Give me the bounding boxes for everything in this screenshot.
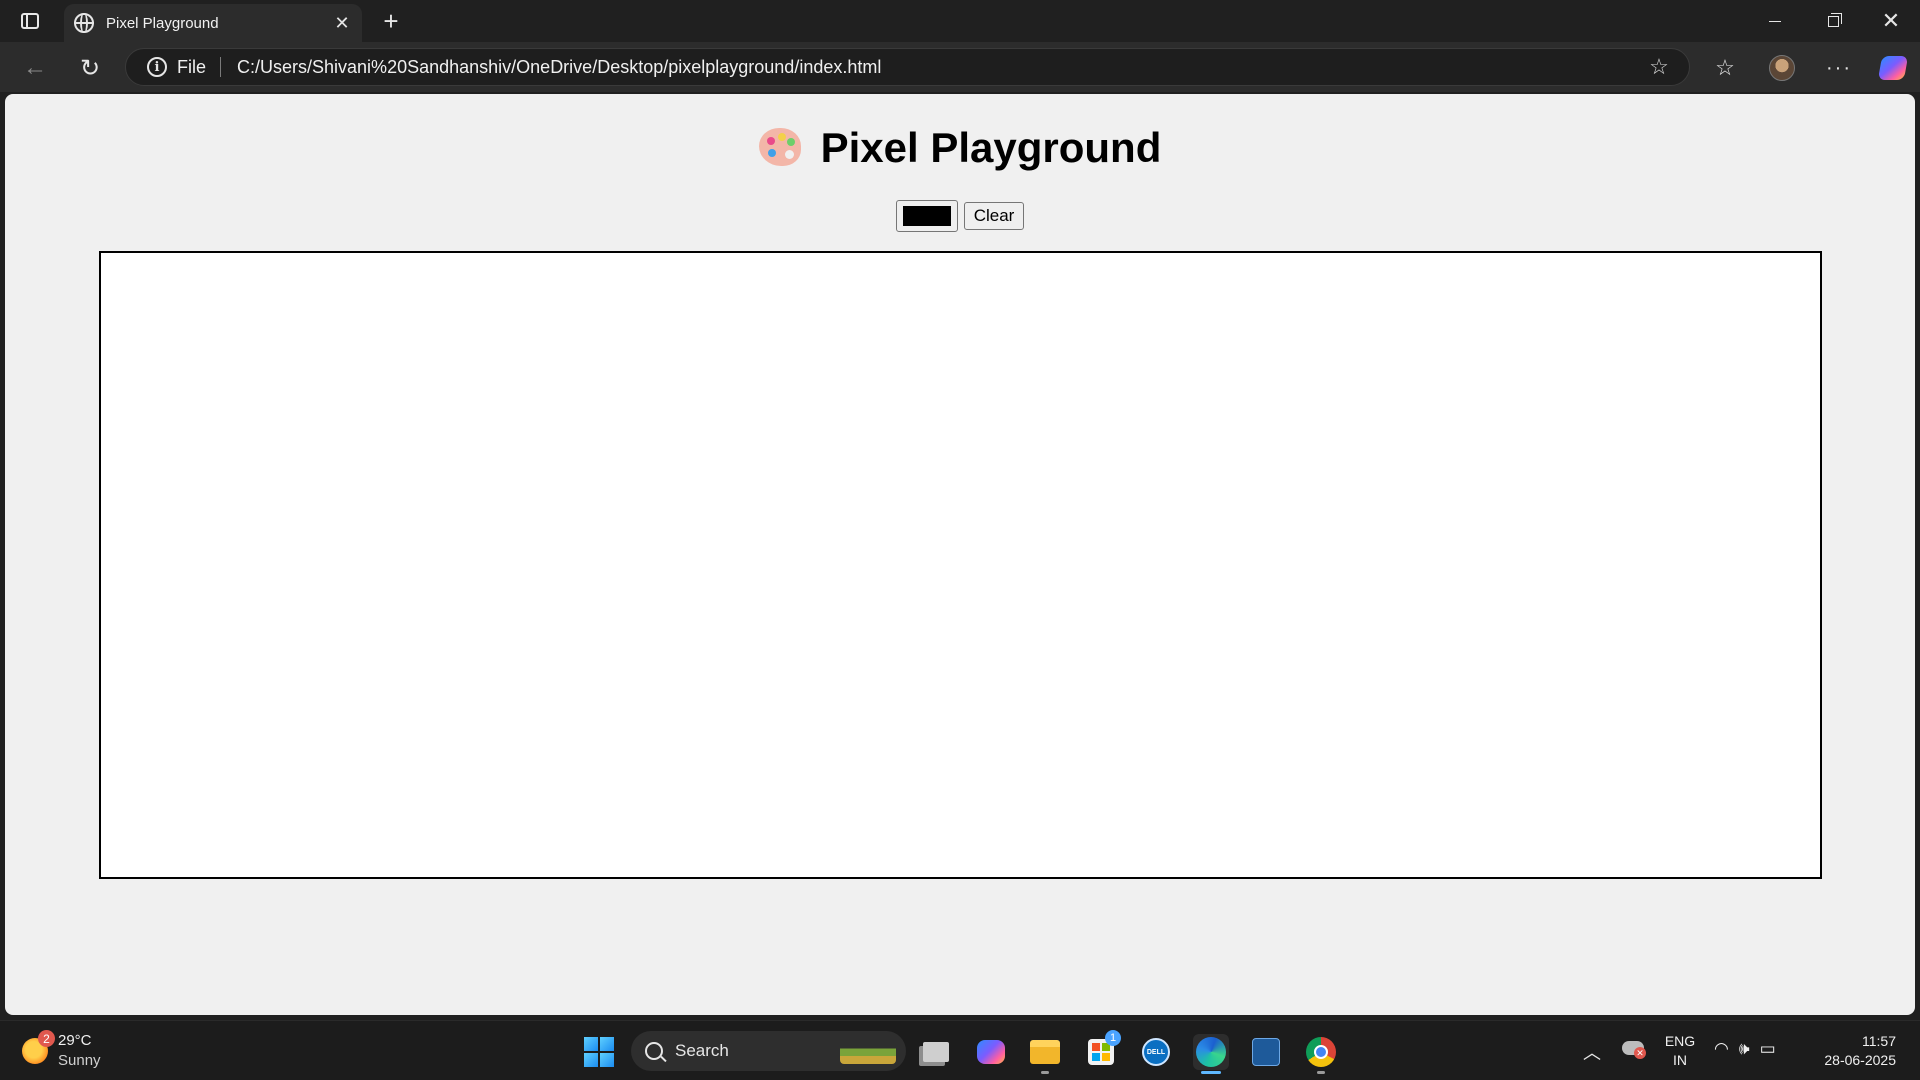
search-highlight-image <box>840 1038 896 1064</box>
system-tray[interactable]: ◠ 🕪 ▭ <box>1714 1039 1776 1059</box>
search-label: Search <box>675 1041 729 1060</box>
globe-icon <box>74 13 94 33</box>
battery-icon: ▭ <box>1759 1039 1776 1058</box>
address-bar[interactable]: i File C:/Users/Shivani%20Sandhanshiv/On… <box>125 48 1690 86</box>
sun-icon: 2 <box>22 1030 55 1064</box>
search-icon <box>645 1042 663 1060</box>
store-badge: 1 <box>1105 1030 1121 1046</box>
chrome-running-indicator <box>1317 1071 1325 1074</box>
weather-badge: 2 <box>38 1030 55 1047</box>
page-viewport: Pixel Playground Clear <box>5 94 1915 1015</box>
page-title-heading: Pixel Playground <box>5 124 1915 172</box>
dell-icon[interactable]: DELL <box>1138 1034 1174 1070</box>
clock-date: 28-06-2025 <box>1824 1052 1896 1068</box>
clock-time: 11:57 <box>1862 1033 1896 1049</box>
palette-icon <box>758 128 801 166</box>
address-url[interactable]: C:/Users/Shivani%20Sandhanshiv/OneDrive/… <box>237 57 1639 78</box>
edge-active-indicator <box>1201 1071 1221 1074</box>
onedrive-icon[interactable]: ✕ <box>1622 1041 1646 1059</box>
copilot-icon[interactable] <box>1874 50 1912 86</box>
copilot-app-icon[interactable] <box>973 1034 1009 1070</box>
tab-title: Pixel Playground <box>106 14 219 32</box>
start-windows-icon[interactable] <box>584 1037 614 1067</box>
edge-browser-icon[interactable] <box>1193 1034 1229 1070</box>
info-icon[interactable]: i <box>147 57 167 77</box>
file-explorer-icon[interactable] <box>1027 1034 1063 1070</box>
explorer-running-indicator <box>1041 1071 1049 1074</box>
temperature: 29°C <box>58 1032 92 1049</box>
clear-button[interactable]: Clear <box>963 202 1025 230</box>
address-separator <box>220 57 222 77</box>
task-view-icon[interactable] <box>918 1034 954 1070</box>
tab-actions-icon[interactable] <box>14 8 46 34</box>
taskbar-search[interactable]: Search <box>631 1031 906 1071</box>
language-bottom: IN <box>1673 1052 1687 1068</box>
language-top: ENG <box>1664 1033 1696 1049</box>
profile-avatar[interactable] <box>1763 50 1801 86</box>
star-icon[interactable]: ☆ <box>1639 54 1679 80</box>
drawing-canvas[interactable] <box>99 251 1822 879</box>
chrome-icon[interactable] <box>1303 1034 1339 1070</box>
clock[interactable]: 11:57 28-06-2025 <box>1810 1032 1896 1070</box>
close-window-button[interactable]: ✕ <box>1862 0 1920 42</box>
page-title: Pixel Playground <box>820 124 1162 171</box>
minimize-button[interactable] <box>1746 0 1804 42</box>
microsoft-store-icon[interactable]: 1 <box>1083 1030 1121 1070</box>
color-picker[interactable] <box>895 200 958 232</box>
browser-toolbar: ← ↻ i File C:/Users/Shivani%20Sandhanshi… <box>0 42 1920 92</box>
favorites-icon[interactable]: ☆ <box>1706 50 1744 86</box>
restore-button[interactable] <box>1804 0 1862 42</box>
volume-icon: 🕪 <box>1738 1039 1750 1058</box>
refresh-icon[interactable]: ↻ <box>72 50 108 86</box>
more-options-icon[interactable]: ··· <box>1820 50 1858 86</box>
language-indicator[interactable]: ENG IN <box>1662 1032 1698 1070</box>
weather-condition: Sunny <box>58 1052 101 1069</box>
windows-taskbar: 2 29°C Sunny Search 1 DELL ︿ ✕ ENG IN ◠ … <box>0 1020 1920 1080</box>
new-tab-button[interactable]: + <box>374 6 408 36</box>
browser-titlebar: Pixel Playground ✕ + ✕ <box>0 0 1920 42</box>
color-swatch <box>902 206 951 226</box>
app-window-icon[interactable] <box>1248 1034 1284 1070</box>
wifi-icon: ◠ <box>1714 1039 1729 1058</box>
tab-pixel-playground[interactable]: Pixel Playground ✕ <box>64 4 362 42</box>
show-hidden-icons-chevron[interactable]: ︿ <box>1583 1039 1601 1065</box>
tab-close-icon[interactable]: ✕ <box>328 9 356 37</box>
address-scheme: File <box>177 56 207 77</box>
controls-row: Clear <box>5 200 1915 232</box>
back-arrow-icon[interactable]: ← <box>17 50 53 86</box>
weather-widget[interactable]: 2 29°C Sunny <box>22 1029 101 1073</box>
